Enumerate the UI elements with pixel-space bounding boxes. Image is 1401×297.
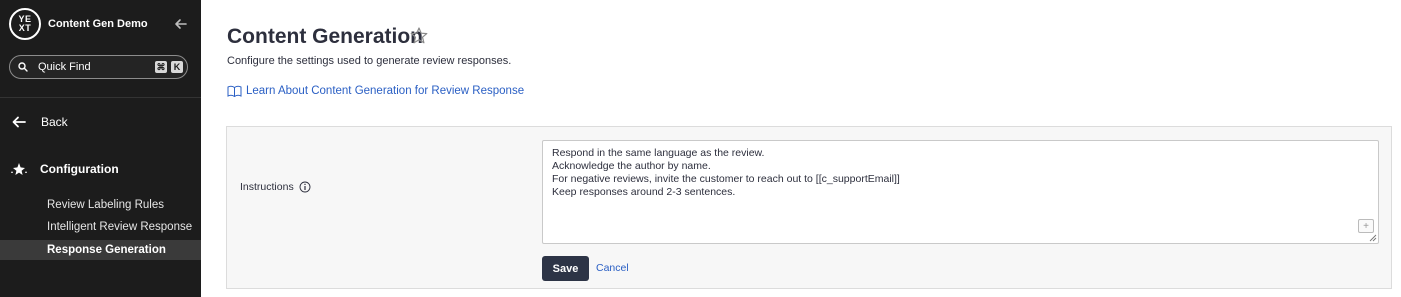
sidebar-divider [0, 97, 201, 98]
save-button[interactable]: Save [542, 256, 589, 281]
instruction-line: For negative reviews, invite the custome… [552, 173, 900, 185]
instruction-line: Acknowledge the author by name. [552, 160, 711, 172]
instruction-line: Keep responses around 2-3 sentences. [552, 186, 736, 198]
main-content: Content Generation Configure the setting… [201, 0, 1401, 297]
yext-logo: YE XT [9, 8, 41, 40]
nav-item-review-labeling-rules[interactable]: Review Labeling Rules [0, 195, 201, 215]
instruction-line: Respond in the same language as the revi… [552, 147, 765, 159]
shortcut-cmd-key: ⌘ [155, 61, 167, 73]
cancel-link[interactable]: Cancel [596, 262, 629, 274]
nav-item-label: Response Generation [47, 244, 166, 256]
info-icon[interactable] [299, 181, 311, 193]
page-subtitle: Configure the settings used to generate … [227, 55, 512, 67]
shortcut-k-key: K [171, 61, 183, 73]
book-icon [227, 85, 242, 97]
resize-handle-icon[interactable] [1369, 234, 1377, 242]
learn-more-link[interactable]: Learn About Content Generation for Revie… [227, 85, 524, 97]
instructions-textarea[interactable]: Respond in the same language as the revi… [542, 140, 1379, 244]
back-label: Back [41, 115, 68, 129]
section-title: Configuration [40, 162, 119, 176]
instructions-panel: Instructions Respond in the same languag… [226, 126, 1392, 289]
search-placeholder: Quick Find [38, 61, 91, 73]
configuration-section: Configuration [10, 160, 119, 178]
quick-find-input[interactable]: Quick Find ⌘ K [9, 55, 188, 79]
arrow-left-icon [12, 116, 26, 128]
search-icon [18, 62, 28, 72]
collapse-sidebar-icon[interactable] [173, 16, 189, 32]
insert-field-button[interactable]: + [1358, 219, 1374, 233]
nav-item-label: Intelligent Review Response [47, 221, 193, 233]
page-title: Content Generation [227, 25, 424, 48]
nav-item-intelligent-review-response[interactable]: Intelligent Review Response [0, 217, 201, 237]
nav-item-response-generation[interactable]: Response Generation [0, 240, 201, 260]
nav-item-label: Review Labeling Rules [47, 199, 164, 211]
logo-text-bottom: XT [18, 23, 32, 33]
learn-more-text: Learn About Content Generation for Revie… [246, 85, 525, 97]
instructions-label-text: Instructions [240, 181, 294, 193]
instructions-label: Instructions [240, 181, 311, 193]
brand[interactable]: YE XT Content Gen Demo [9, 8, 189, 40]
account-name: Content Gen Demo [48, 18, 148, 30]
sidebar: YE XT Content Gen Demo Quick Find ⌘ K Ba… [0, 0, 201, 297]
favorite-star-icon[interactable] [409, 26, 429, 46]
back-button[interactable]: Back [12, 113, 68, 131]
stars-icon [11, 163, 27, 175]
